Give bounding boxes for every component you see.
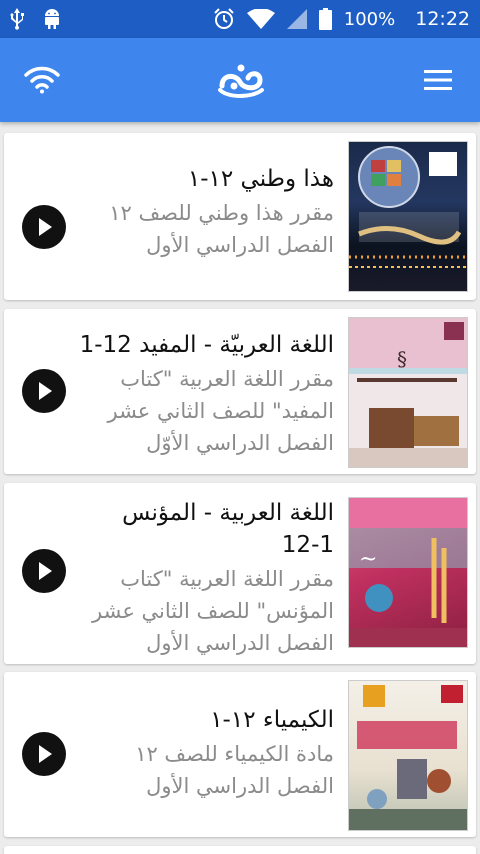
list-item[interactable]: § اللغة العربيّة - المفيد 12-1 مقرر اللغ… [4,309,476,474]
battery-icon [318,8,332,30]
list-item[interactable]: ~ اللغة العربية - المؤنس 12-1 مقرر اللغة… [4,483,476,664]
play-button[interactable] [22,205,66,249]
item-title-line: 12-1 [281,532,334,558]
item-text: اللغة العربيّة - المفيد 12-1 مقرر اللغة … [64,329,334,459]
wifi-signal-icon [246,9,275,29]
item-description-line: الفصل الدراسي الأول [146,774,334,798]
app-bar [0,38,480,122]
item-description-line: مقرر هذا وطني للصف ١٢ [109,201,334,225]
usb-icon [10,8,24,30]
play-button[interactable] [22,369,66,413]
status-bar: 100% 12:22 [0,0,480,38]
play-button[interactable] [22,549,66,593]
android-icon [42,8,62,30]
item-description-line: الفصل الدراسي الأول [146,233,334,257]
list-item[interactable] [4,846,476,854]
app-logo-icon [218,64,264,98]
item-text: الكيمياء ١٢-١ مادة الكيمياء للصف ١٢ الفص… [64,704,334,802]
item-description-line: المفيد" للصف الثاني عشر [107,399,334,423]
item-title: هذا وطني ١٢-١ [187,166,334,192]
course-cover-image: § [348,317,468,468]
course-cover-image [348,141,468,292]
course-list: هذا وطني ١٢-١ مقرر هذا وطني للصف ١٢ الفص… [0,122,480,854]
item-description-line: الفصل الدراسي الأول [146,631,334,655]
item-description-line: مادة الكيمياء للصف ١٢ [135,742,334,766]
menu-icon[interactable] [422,68,454,92]
item-title-line: اللغة العربية - المؤنس [122,500,334,526]
svg-text:~: ~ [359,547,377,572]
item-text: اللغة العربية - المؤنس 12-1 مقرر اللغة ا… [64,497,334,659]
item-description-line: مقرر اللغة العربية "كتاب [120,367,334,391]
play-button[interactable] [22,732,66,776]
item-description-line: الفصل الدراسي الأوّل [146,431,334,455]
item-description-line: المؤنس" للصف الثاني عشر [92,599,334,623]
list-item[interactable]: الكيمياء ١٢-١ مادة الكيمياء للصف ١٢ الفص… [4,672,476,837]
clock: 12:22 [415,8,470,30]
wifi-icon[interactable] [24,66,60,94]
svg-text:§: § [397,347,407,371]
item-title: اللغة العربيّة - المفيد 12-1 [79,332,334,358]
course-cover-image: ~ [348,497,468,648]
battery-percent: 100% [343,8,396,30]
list-item[interactable]: هذا وطني ١٢-١ مقرر هذا وطني للصف ١٢ الفص… [4,133,476,300]
alarm-icon [213,8,235,30]
item-title: الكيمياء ١٢-١ [210,707,334,733]
item-description-line: مقرر اللغة العربية "كتاب [120,567,334,591]
cell-signal-icon [286,9,307,29]
course-cover-image [348,680,468,831]
item-text: هذا وطني ١٢-١ مقرر هذا وطني للصف ١٢ الفص… [64,163,334,261]
